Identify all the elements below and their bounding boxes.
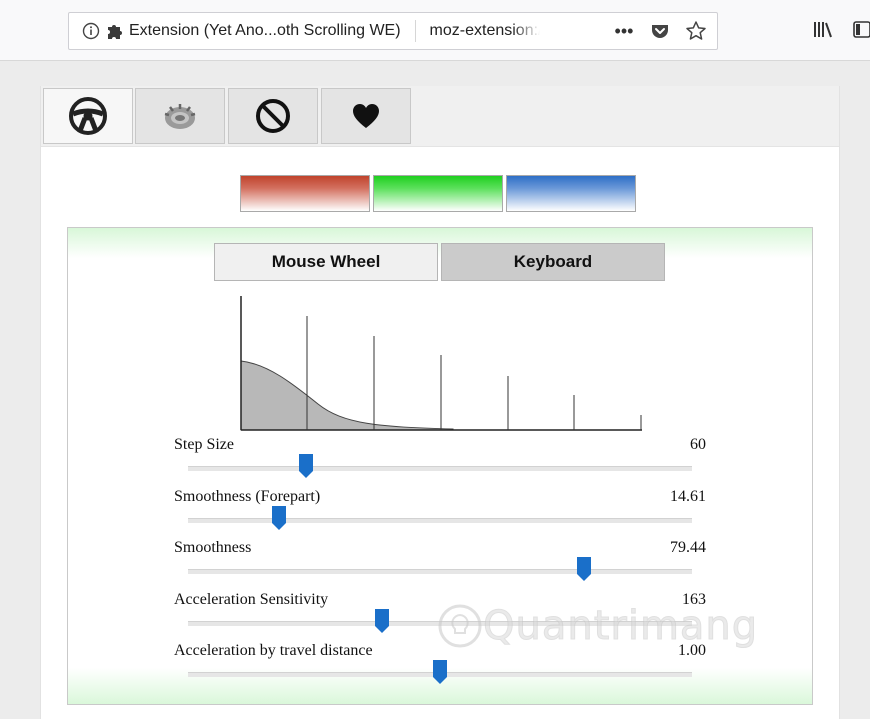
slider-track[interactable]	[188, 621, 692, 626]
blocked-icon	[256, 99, 290, 133]
page-actions-icon[interactable]: •••	[613, 20, 635, 42]
info-icon[interactable]	[80, 20, 102, 42]
slider-track[interactable]	[188, 466, 692, 471]
slider-thumb[interactable]	[375, 609, 390, 633]
tab-keyboard[interactable]: Keyboard	[441, 243, 665, 281]
theme-selector	[240, 175, 639, 213]
slider-value: 60	[690, 436, 706, 453]
slider-thumb[interactable]	[299, 454, 314, 478]
tab-blacklist[interactable]	[228, 88, 318, 144]
slider-value: 79.44	[670, 539, 706, 556]
slider-acceleration-sensitivity: Acceleration Sensitivity 163	[174, 591, 706, 641]
puzzle-icon	[105, 21, 125, 41]
tab-general[interactable]	[43, 88, 133, 144]
pocket-icon[interactable]	[649, 20, 671, 42]
slider-label: Smoothness (Forepart)	[174, 488, 321, 505]
slider-label: Acceleration by travel distance	[174, 642, 373, 659]
theme-green-swatch[interactable]	[373, 175, 503, 212]
tab-about[interactable]	[321, 88, 411, 144]
slider-label: Smoothness	[174, 539, 252, 556]
bookmark-star-icon[interactable]	[685, 20, 707, 42]
theme-red-swatch[interactable]	[240, 175, 370, 212]
slider-smoothness: Smoothness 79.44	[174, 539, 706, 589]
slider-acceleration-travel: Acceleration by travel distance 1.00	[174, 642, 706, 692]
identity-label[interactable]: Extension (Yet Ano...oth Scrolling WE)	[129, 22, 401, 40]
slider-label: Acceleration Sensitivity	[174, 591, 329, 608]
options-panel: Mouse Wheel Keyboard Step Size 60 Smooth…	[40, 86, 840, 719]
slider-thumb[interactable]	[576, 557, 591, 581]
library-icon[interactable]	[812, 20, 834, 45]
steering-wheel-icon	[69, 97, 107, 135]
slider-value: 14.61	[670, 488, 706, 505]
tab-mouse-wheel[interactable]: Mouse Wheel	[214, 243, 438, 281]
browser-toolbar: Extension (Yet Ano...oth Scrolling WE) m…	[0, 0, 870, 61]
theme-blue-swatch[interactable]	[506, 175, 636, 212]
url-text[interactable]: moz-extension://	[430, 22, 540, 40]
scroll-settings: Mouse Wheel Keyboard Step Size 60 Smooth…	[67, 227, 813, 705]
slider-thumb[interactable]	[271, 506, 286, 530]
heart-icon	[353, 104, 379, 128]
category-tabs	[41, 86, 839, 147]
scroll-curve-graph	[240, 296, 642, 431]
url-actions: •••	[613, 20, 717, 42]
slider-label: Step Size	[174, 436, 234, 453]
slider-value: 163	[682, 591, 706, 608]
slider-track[interactable]	[188, 569, 692, 574]
slider-step-size: Step Size 60	[174, 436, 706, 486]
sidebars-icon[interactable]	[852, 20, 870, 45]
url-bar[interactable]: Extension (Yet Ano...oth Scrolling WE) m…	[68, 12, 718, 50]
url-separator	[414, 20, 416, 42]
gear-icon	[164, 104, 196, 129]
tab-advanced[interactable]	[135, 88, 225, 144]
slider-value: 1.00	[678, 642, 706, 659]
slider-track[interactable]	[188, 518, 692, 523]
slider-smoothness-forepart: Smoothness (Forepart) 14.61	[174, 488, 706, 538]
slider-thumb[interactable]	[433, 660, 447, 684]
